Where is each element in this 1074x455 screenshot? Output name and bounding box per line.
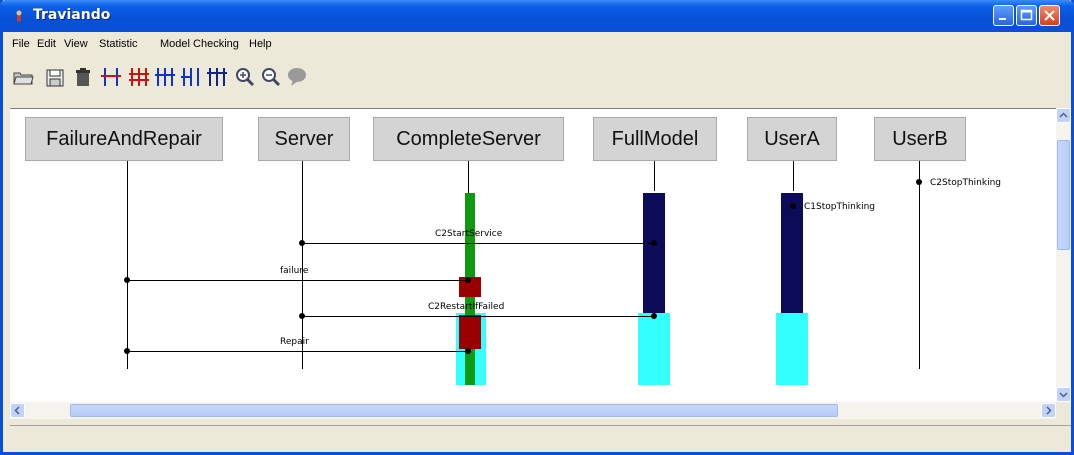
zoom-in-icon[interactable] xyxy=(233,64,257,90)
app-window: Traviando File Edit View Statistic Model… xyxy=(0,0,1074,455)
menu-view[interactable]: View xyxy=(64,38,88,50)
scroll-right-button[interactable] xyxy=(1041,403,1056,418)
title-bar[interactable]: Traviando xyxy=(0,0,1074,32)
lifeline-user-b xyxy=(919,161,920,369)
object-box-user-a[interactable]: UserA xyxy=(747,117,837,161)
zoom-out-icon[interactable] xyxy=(259,64,283,90)
message-line-c2-restart-if-failed xyxy=(302,316,654,317)
scroll-down-button[interactable] xyxy=(1056,387,1071,402)
menu-bar: File Edit View Statistic Model Checking … xyxy=(3,32,1071,54)
event-label-c2-stop-thinking: C2StopThinking xyxy=(930,178,1002,188)
message-label-c2-restart-if-failed: C2RestartIfFailed xyxy=(428,302,505,312)
comment-icon[interactable] xyxy=(285,64,309,90)
activation-bar-complete-server-red-2 xyxy=(459,315,481,349)
grid-icon[interactable] xyxy=(153,64,177,90)
message-label-c2-start-service: C2StartService xyxy=(435,229,503,239)
lifeline-failure-and-repair xyxy=(127,161,128,369)
minimize-button[interactable] xyxy=(993,5,1014,26)
horizontal-scroll-thumb[interactable] xyxy=(70,404,838,417)
message-dot xyxy=(124,348,130,354)
delete-icon[interactable] xyxy=(71,64,95,90)
scroll-left-button[interactable] xyxy=(10,403,25,418)
message-line-c2-start-service xyxy=(302,243,654,244)
horizontal-scrollbar[interactable] xyxy=(10,402,1056,419)
grid-red-icon[interactable] xyxy=(127,64,151,90)
object-box-user-b[interactable]: UserB xyxy=(874,117,966,161)
menu-edit[interactable]: Edit xyxy=(37,38,56,50)
close-button[interactable] xyxy=(1039,5,1060,26)
activation-bar-full-model-cyan xyxy=(638,313,670,385)
object-box-full-model[interactable]: FullModel xyxy=(593,117,717,161)
menu-statistic[interactable]: Statistic xyxy=(99,38,138,50)
activation-bar-user-a-navy xyxy=(781,193,803,315)
scroll-up-button[interactable] xyxy=(1056,108,1071,123)
vertical-scroll-thumb[interactable] xyxy=(1057,140,1070,250)
menu-file[interactable]: File xyxy=(12,38,30,50)
menu-model-checking[interactable]: Model Checking xyxy=(160,38,239,50)
open-icon[interactable] xyxy=(11,64,35,90)
toolbar xyxy=(3,56,1071,108)
message-label-failure: failure xyxy=(280,266,309,276)
chevron-up-icon xyxy=(1059,112,1068,118)
grid-left-icon[interactable] xyxy=(179,64,203,90)
message-dot xyxy=(124,277,130,283)
message-dot xyxy=(651,240,657,246)
activation-bar-user-a-cyan xyxy=(776,313,808,385)
message-line-repair xyxy=(127,351,468,352)
chevron-right-icon xyxy=(1046,406,1052,415)
lifeline-full-model xyxy=(654,161,655,191)
grid-dark-icon[interactable] xyxy=(205,64,229,90)
merge-icon[interactable] xyxy=(99,64,123,90)
status-bar xyxy=(10,425,1071,448)
object-box-complete-server[interactable]: CompleteServer xyxy=(373,117,564,161)
maximize-button[interactable] xyxy=(1016,5,1037,26)
menu-help[interactable]: Help xyxy=(249,38,272,50)
chevron-left-icon xyxy=(14,406,20,415)
message-line-failure xyxy=(127,280,468,281)
message-dot xyxy=(299,313,305,319)
lifeline-user-a xyxy=(793,161,794,191)
object-box-server[interactable]: Server xyxy=(258,117,350,161)
event-label-c1-stop-thinking: C1StopThinking xyxy=(804,202,876,212)
activation-bar-full-model-navy xyxy=(643,193,665,315)
message-dot xyxy=(465,348,471,354)
object-box-failure-and-repair[interactable]: FailureAndRepair xyxy=(25,117,223,161)
event-dot-c2-stop-thinking xyxy=(916,179,922,185)
app-icon xyxy=(16,10,22,22)
vertical-scrollbar[interactable] xyxy=(1056,108,1071,402)
message-dot xyxy=(465,277,471,283)
message-dot xyxy=(299,240,305,246)
event-dot-c1-stop-thinking xyxy=(790,203,796,209)
window-title: Traviando xyxy=(33,7,111,23)
maximize-icon xyxy=(1020,9,1033,21)
message-dot xyxy=(651,313,657,319)
minimize-icon xyxy=(999,18,1006,20)
message-label-repair: Repair xyxy=(280,337,309,347)
diagram-canvas[interactable]: FailureAndRepair Server CompleteServer F… xyxy=(10,108,1056,403)
save-icon[interactable] xyxy=(43,64,67,90)
close-icon xyxy=(1044,10,1055,21)
chevron-down-icon xyxy=(1059,392,1068,398)
